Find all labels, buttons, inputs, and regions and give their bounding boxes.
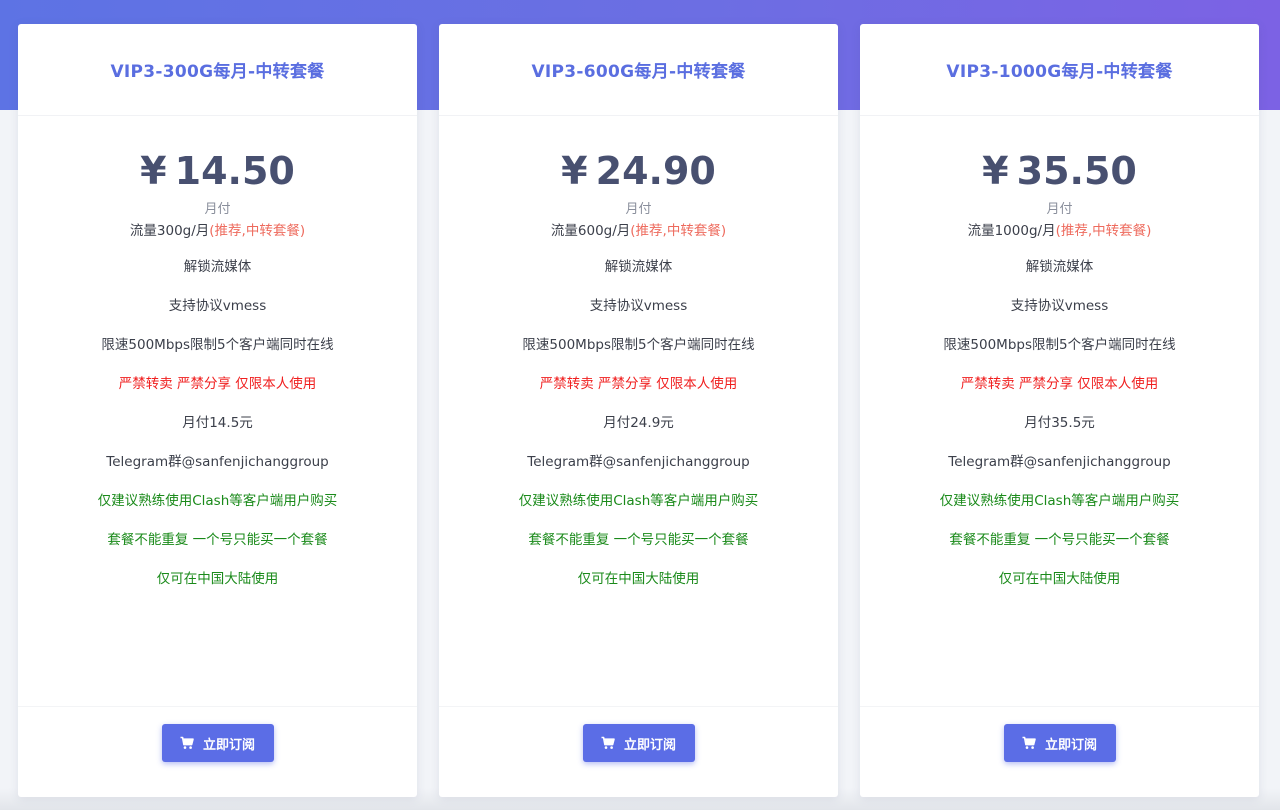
- plan-card-list: VIP3-300G每月-中转套餐 ¥14.50 月付 流量300g/月(推荐,中…: [0, 0, 1280, 810]
- feature-monthly-price: 月付24.9元: [603, 415, 674, 431]
- feature-streaming: 解锁流媒体: [183, 259, 252, 275]
- traffic-note: (推荐,中转套餐): [209, 223, 306, 239]
- plan-title: VIP3-600G每月-中转套餐: [531, 62, 746, 82]
- feature-single-purchase: 套餐不能重复 一个号只能买一个套餐: [107, 532, 328, 548]
- traffic-quota: 流量1000g/月(推荐,中转套餐): [860, 221, 1259, 241]
- price-value: 14.50: [174, 149, 295, 193]
- traffic-note: (推荐,中转套餐): [1055, 223, 1152, 239]
- feature-speed-limit: 限速500Mbps限制5个客户端同时在线: [943, 337, 1176, 353]
- price-value: 24.90: [595, 149, 716, 193]
- cart-icon: [601, 736, 615, 750]
- feature-monthly-price: 月付14.5元: [182, 415, 253, 431]
- feature-protocol: 支持协议vmess: [168, 298, 267, 314]
- plan-feature-list: 解锁流媒体 支持协议vmess 限速500Mbps限制5个客户端同时在线 严禁转…: [18, 255, 417, 592]
- plan-card-footer: 立即订阅: [18, 706, 417, 797]
- plan-card-footer: 立即订阅: [439, 706, 838, 797]
- cart-icon: [1022, 736, 1036, 750]
- feature-usage-warning: 严禁转卖 严禁分享 仅限本人使用: [118, 376, 317, 392]
- feature-client-recommendation: 仅建议熟练使用Clash等客户端用户购买: [97, 493, 338, 509]
- feature-usage-warning: 严禁转卖 严禁分享 仅限本人使用: [960, 376, 1159, 392]
- plan-card-vip3-1000g: VIP3-1000G每月-中转套餐 ¥35.50 月付 流量1000g/月(推荐…: [860, 24, 1259, 797]
- plan-title: VIP3-300G每月-中转套餐: [110, 62, 325, 82]
- plan-card-body: ¥24.90 月付 流量600g/月(推荐,中转套餐) 解锁流媒体 支持协议vm…: [439, 116, 838, 706]
- feature-telegram-group: Telegram群@sanfenjichanggroup: [948, 454, 1171, 470]
- feature-monthly-price: 月付35.5元: [1024, 415, 1095, 431]
- currency-symbol: ¥: [982, 149, 1009, 193]
- plan-title: VIP3-1000G每月-中转套餐: [946, 62, 1173, 82]
- price-value: 35.50: [1016, 149, 1137, 193]
- subscribe-button[interactable]: 立即订阅: [1003, 724, 1116, 762]
- feature-streaming: 解锁流媒体: [604, 259, 673, 275]
- plan-price: ¥14.50: [18, 116, 417, 196]
- plan-card-body: ¥14.50 月付 流量300g/月(推荐,中转套餐) 解锁流媒体 支持协议vm…: [18, 116, 417, 706]
- feature-streaming: 解锁流媒体: [1025, 259, 1094, 275]
- feature-single-purchase: 套餐不能重复 一个号只能买一个套餐: [949, 532, 1170, 548]
- plan-card-vip3-300g: VIP3-300G每月-中转套餐 ¥14.50 月付 流量300g/月(推荐,中…: [18, 24, 417, 797]
- currency-symbol: ¥: [140, 149, 167, 193]
- plan-card-footer: 立即订阅: [860, 706, 1259, 797]
- billing-cycle: 月付: [204, 202, 231, 217]
- feature-speed-limit: 限速500Mbps限制5个客户端同时在线: [522, 337, 755, 353]
- feature-region-limit: 仅可在中国大陆使用: [156, 571, 279, 587]
- traffic-quota: 流量600g/月(推荐,中转套餐): [439, 221, 838, 241]
- traffic-amount: 流量600g/月: [550, 223, 631, 239]
- plan-card-vip3-600g: VIP3-600G每月-中转套餐 ¥24.90 月付 流量600g/月(推荐,中…: [439, 24, 838, 797]
- feature-telegram-group: Telegram群@sanfenjichanggroup: [527, 454, 750, 470]
- plan-feature-list: 解锁流媒体 支持协议vmess 限速500Mbps限制5个客户端同时在线 严禁转…: [439, 255, 838, 592]
- traffic-amount: 流量1000g/月: [967, 223, 1056, 239]
- feature-usage-warning: 严禁转卖 严禁分享 仅限本人使用: [539, 376, 738, 392]
- plan-card-header: VIP3-300G每月-中转套餐: [18, 24, 417, 116]
- plan-price: ¥35.50: [860, 116, 1259, 196]
- feature-region-limit: 仅可在中国大陆使用: [998, 571, 1121, 587]
- plan-card-header: VIP3-1000G每月-中转套餐: [860, 24, 1259, 116]
- feature-region-limit: 仅可在中国大陆使用: [577, 571, 700, 587]
- feature-single-purchase: 套餐不能重复 一个号只能买一个套餐: [528, 532, 749, 548]
- plan-card-body: ¥35.50 月付 流量1000g/月(推荐,中转套餐) 解锁流媒体 支持协议v…: [860, 116, 1259, 706]
- feature-speed-limit: 限速500Mbps限制5个客户端同时在线: [101, 337, 334, 353]
- subscribe-button[interactable]: 立即订阅: [582, 724, 695, 762]
- subscribe-button-label: 立即订阅: [623, 737, 676, 753]
- traffic-amount: 流量300g/月: [129, 223, 210, 239]
- feature-protocol: 支持协议vmess: [589, 298, 688, 314]
- cart-icon: [180, 736, 194, 750]
- subscribe-button-label: 立即订阅: [202, 737, 255, 753]
- billing-cycle: 月付: [1046, 202, 1073, 217]
- plan-feature-list: 解锁流媒体 支持协议vmess 限速500Mbps限制5个客户端同时在线 严禁转…: [860, 255, 1259, 592]
- traffic-note: (推荐,中转套餐): [630, 223, 727, 239]
- billing-cycle: 月付: [625, 202, 652, 217]
- subscribe-button[interactable]: 立即订阅: [161, 724, 274, 762]
- traffic-quota: 流量300g/月(推荐,中转套餐): [18, 221, 417, 241]
- feature-client-recommendation: 仅建议熟练使用Clash等客户端用户购买: [518, 493, 759, 509]
- subscribe-button-label: 立即订阅: [1044, 737, 1097, 753]
- pricing-page: VIP3-300G每月-中转套餐 ¥14.50 月付 流量300g/月(推荐,中…: [0, 0, 1280, 810]
- plan-card-header: VIP3-600G每月-中转套餐: [439, 24, 838, 116]
- currency-symbol: ¥: [561, 149, 588, 193]
- feature-protocol: 支持协议vmess: [1010, 298, 1109, 314]
- feature-client-recommendation: 仅建议熟练使用Clash等客户端用户购买: [939, 493, 1180, 509]
- feature-telegram-group: Telegram群@sanfenjichanggroup: [106, 454, 329, 470]
- plan-price: ¥24.90: [439, 116, 838, 196]
